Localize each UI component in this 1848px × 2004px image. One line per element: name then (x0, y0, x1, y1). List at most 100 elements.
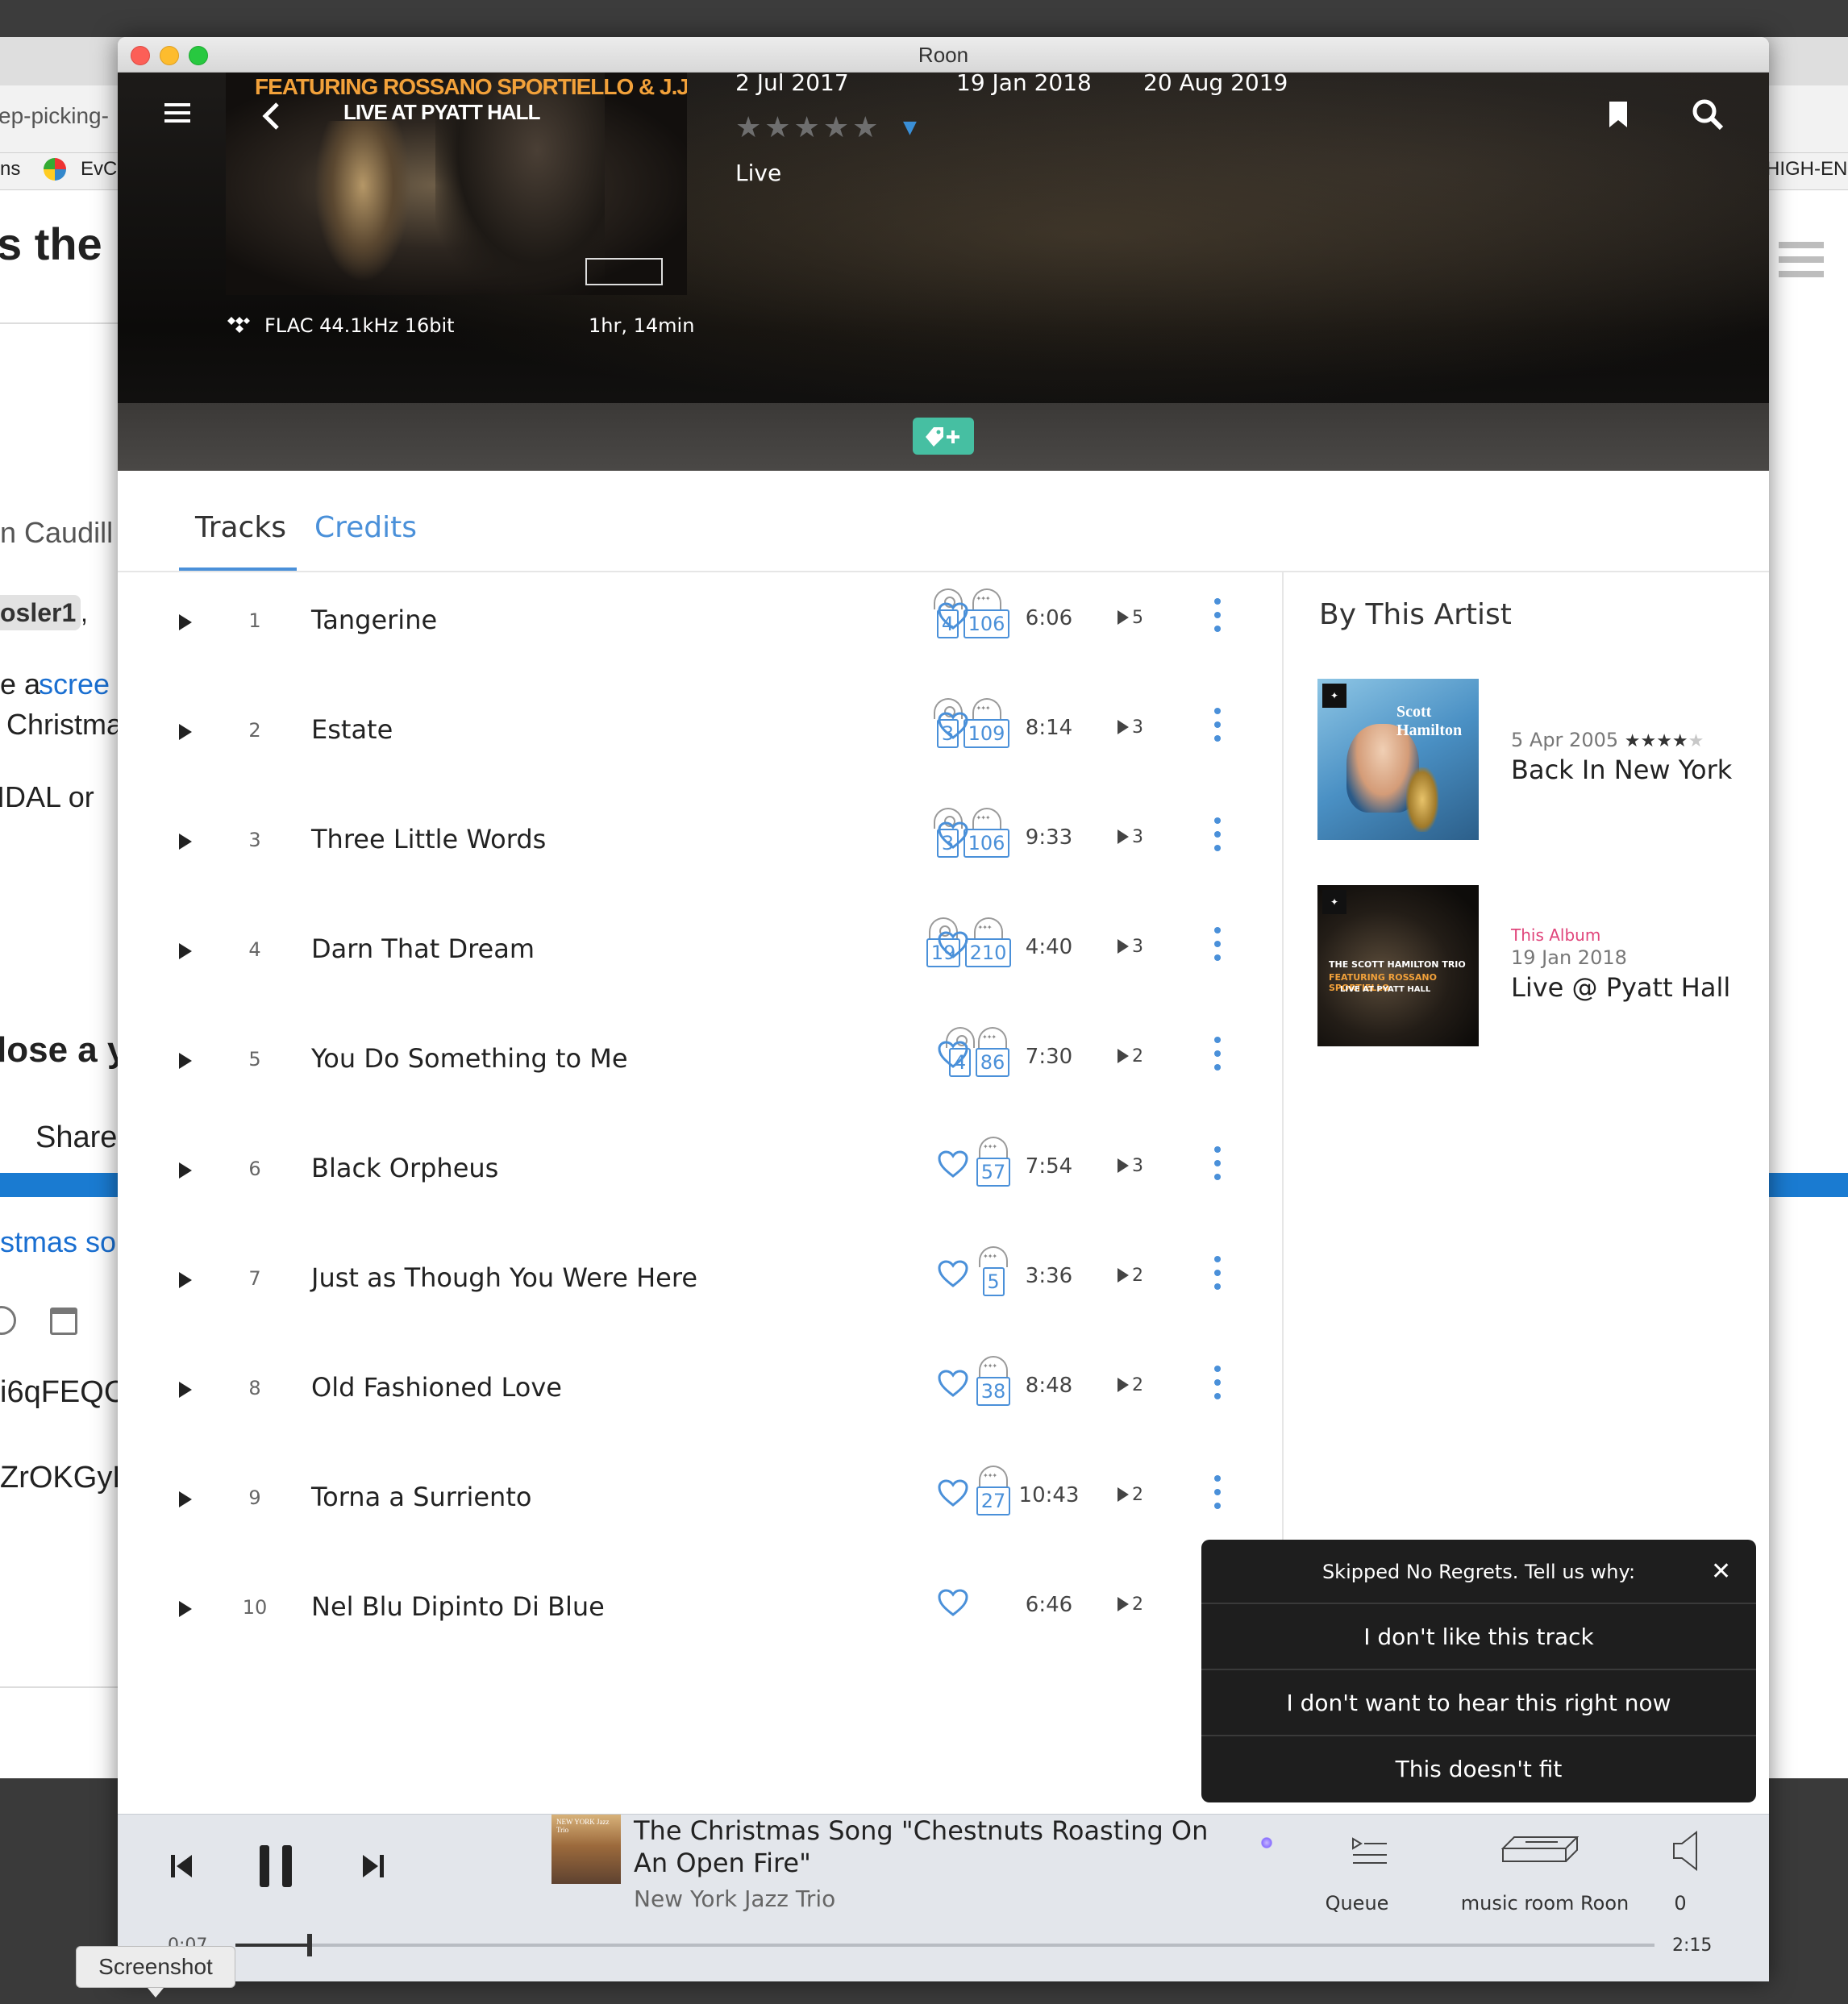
genre-tag[interactable]: Live (735, 160, 781, 186)
previous-track-icon[interactable] (169, 1853, 195, 1879)
track-row[interactable]: 3 Three Little Words 3 106 9:33 3 (118, 792, 1279, 901)
album-rating-stars[interactable]: ★★★★★ (735, 111, 881, 144)
active-tab-indicator (179, 568, 297, 571)
share-button[interactable]: Share (35, 1120, 117, 1155)
mention[interactable]: osler1 (0, 598, 76, 628)
artist-album-cover-2[interactable]: THE SCOTT HAMILTON TRIO FEATURING ROSSAN… (1317, 885, 1479, 1046)
post-author[interactable]: n Caudill (0, 516, 113, 550)
more-options-icon[interactable] (1214, 598, 1221, 605)
post-link-2[interactable]: stmas so (0, 1225, 116, 1259)
tab-tracks[interactable]: Tracks (195, 511, 286, 544)
track-row[interactable]: 10 Nel Blu Dipinto Di Blue 6:46 2 (118, 1559, 1279, 1669)
saxophone-art (1406, 767, 1438, 832)
search-icon[interactable] (1692, 98, 1724, 131)
heart-icon[interactable] (937, 1259, 969, 1288)
column-divider (1282, 572, 1284, 1612)
queue-icon[interactable] (1351, 1834, 1388, 1866)
track-title[interactable]: Nel Blu Dipinto Di Blue (311, 1591, 605, 1622)
now-playing-artist[interactable]: New York Jazz Trio (634, 1886, 835, 1912)
tidal-rank-icon (973, 917, 1003, 938)
artist-album-title-2[interactable]: Live @ Pyatt Hall (1511, 972, 1730, 1003)
now-playing-title[interactable]: The Christmas Song "Chestnuts Roasting O… (634, 1815, 1247, 1879)
tidal-rank-value[interactable]: 109 (964, 719, 1009, 748)
queue-label[interactable]: Queue (1305, 1892, 1409, 1915)
heart-icon[interactable] (937, 930, 969, 959)
track-row[interactable]: 8 Old Fashioned Love 38 8:48 2 (118, 1340, 1279, 1449)
post-line-a: e a (0, 667, 41, 701)
next-track-icon[interactable] (360, 1853, 385, 1879)
volume-icon[interactable] (1672, 1831, 1700, 1871)
more-options-icon[interactable] (1214, 1475, 1221, 1482)
heart-icon[interactable] (937, 821, 969, 850)
bookmark-icon[interactable] (1608, 100, 1629, 129)
saxophone-art (314, 121, 411, 282)
play-count: 2 (1118, 1594, 1143, 1615)
skip-reason-dislike[interactable]: I don't like this track (1201, 1604, 1756, 1670)
hamburger-icon[interactable] (1779, 242, 1824, 248)
post-line-b: Christma (6, 708, 123, 741)
album-cover[interactable]: FEATURING ROSSANO SPORTIELLO & J.J. SHAK… (226, 73, 687, 295)
rating-dropdown-icon[interactable]: ▼ (903, 118, 917, 138)
more-options-icon[interactable] (1214, 927, 1221, 933)
track-row[interactable]: 9 Torna a Surriento 27 10:43 2 (118, 1449, 1279, 1559)
artist-album-title-1[interactable]: Back In New York (1511, 755, 1732, 785)
add-tag-button[interactable] (913, 418, 974, 455)
artist-album-cover-1[interactable]: Scott Hamilton ✦ (1317, 679, 1479, 840)
cover-line-1: FEATURING ROSSANO SPORTIELLO & J.J. SHAK… (255, 74, 687, 99)
heart-icon[interactable] (937, 1369, 969, 1398)
tidal-rank-value[interactable]: 106 (964, 609, 1009, 638)
close-icon[interactable]: ✕ (1711, 1560, 1731, 1584)
radio-sparkle-icon (1261, 1837, 1272, 1848)
back-arrow-icon[interactable] (261, 102, 281, 131)
pause-icon[interactable] (258, 1844, 293, 1889)
seek-bar[interactable] (235, 1934, 1654, 1956)
more-options-icon[interactable] (1214, 1146, 1221, 1153)
skip-reason-not-now[interactable]: I don't want to hear this right now (1201, 1670, 1756, 1736)
track-length: 9:33 (1025, 825, 1073, 850)
post-link[interactable]: scree (39, 667, 110, 701)
url-fragment[interactable]: ep-picking- (0, 103, 109, 129)
tidal-rank-value[interactable]: 106 (964, 829, 1009, 858)
more-options-icon[interactable] (1214, 708, 1221, 714)
heart-icon[interactable] (937, 1150, 969, 1179)
volume-level[interactable]: 0 (1656, 1892, 1704, 1915)
track-row[interactable]: 5 You Do Something to Me 4 86 7:30 2 (118, 1011, 1279, 1120)
rank-badges: 27 (118, 1466, 1279, 1522)
bookmark-left-2[interactable]: EvC (81, 158, 117, 181)
more-options-icon[interactable] (1214, 1366, 1221, 1372)
bookmark-left-1[interactable]: ns (0, 158, 20, 181)
heart-icon[interactable] (937, 601, 969, 630)
track-row[interactable]: 7 Just as Though You Were Here 5 3:36 2 (118, 1230, 1279, 1340)
tab-credits[interactable]: Credits (314, 511, 417, 544)
more-options-icon[interactable] (1214, 1256, 1221, 1262)
hamburger-menu-icon[interactable] (164, 103, 190, 106)
track-row[interactable]: 2 Estate 3 109 8:14 3 (118, 682, 1279, 792)
heart-icon[interactable] (937, 711, 969, 740)
tidal-icon (227, 317, 250, 333)
tidal-rank-icon (972, 588, 1001, 609)
track-row[interactable]: 6 Black Orpheus 57 7:54 3 (118, 1120, 1279, 1230)
zone-label[interactable]: music room Roon (1440, 1892, 1650, 1915)
more-options-icon[interactable] (1214, 817, 1221, 824)
seek-bar-handle[interactable] (306, 1934, 312, 1956)
track-row[interactable]: 4 Darn That Dream 19 210 4:40 3 (118, 901, 1279, 1011)
artist-album-date-1: 5 Apr 2005 ★★★★★ (1511, 729, 1704, 751)
heart-icon[interactable] (937, 1040, 969, 1069)
bookmark-right[interactable]: HIGH-EN (1766, 158, 1847, 181)
divider-2 (0, 1686, 121, 1688)
code-line-2: ZrOKGyH (0, 1461, 135, 1495)
roon-window: Roon FEATURING ROSSANO SPORTIELLO & J.J.… (118, 37, 1769, 1981)
play-count: 2 (1118, 1266, 1143, 1286)
calendar-icon[interactable] (50, 1308, 77, 1335)
tidal-rank-icon (979, 1356, 1008, 1377)
play-track-icon[interactable] (179, 1601, 192, 1617)
track-row[interactable]: 1 Tangerine 4 106 6:06 5 (118, 572, 1279, 682)
heart-icon[interactable] (937, 1588, 969, 1617)
more-options-icon[interactable] (1214, 1037, 1221, 1043)
now-playing-art[interactable]: NEW YORK Jazz Trio (551, 1815, 621, 1884)
skip-reason-doesnt-fit[interactable]: This doesn't fit (1201, 1736, 1756, 1802)
track-length: 6:46 (1025, 1593, 1073, 1617)
zone-device-icon[interactable] (1501, 1836, 1579, 1865)
heart-icon[interactable] (937, 1478, 969, 1507)
tidal-rank-value[interactable]: 5 (982, 1267, 1005, 1296)
